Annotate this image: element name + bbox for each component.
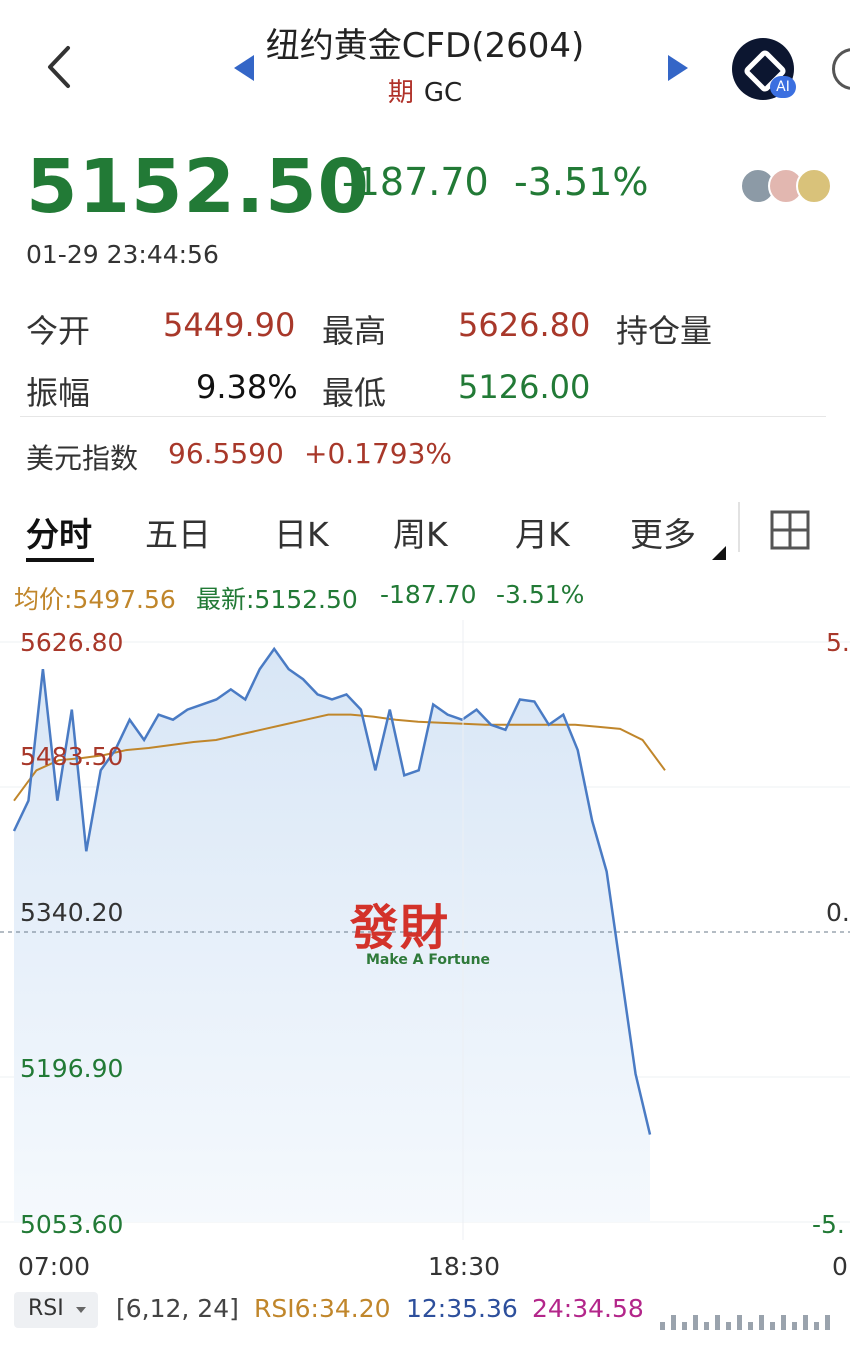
grid-layout-icon[interactable] — [770, 510, 810, 550]
rsi6-value: RSI6:34.20 — [254, 1294, 391, 1323]
tab-monthly-k[interactable]: 月K — [515, 508, 570, 556]
rsi12-value: 12:35.36 — [406, 1294, 518, 1323]
histogram-bar — [737, 1315, 742, 1330]
usd-index-label: 美元指数 — [26, 442, 139, 475]
open-interest-label: 持仓量 — [616, 312, 713, 350]
quote-timestamp: 01-29 23:44:56 — [26, 240, 219, 269]
histogram-bar — [682, 1322, 687, 1330]
ai-badge: AI — [770, 76, 796, 98]
histogram-bar — [792, 1322, 797, 1330]
watermark-logo: 發財 — [350, 900, 451, 956]
y-label-upper: 5483.50 — [20, 742, 124, 771]
histogram-bar — [704, 1322, 709, 1330]
tab-daily-k[interactable]: 日K — [274, 508, 329, 556]
indicator-params: [6,12, 24] — [116, 1294, 239, 1323]
legend-change-pct: -3.51% — [496, 580, 585, 609]
amplitude-label: 振幅 — [26, 374, 91, 412]
x-label-mid: 18:30 — [428, 1252, 501, 1281]
divider — [20, 416, 826, 417]
legend-latest-price: 最新:5152.50 — [196, 585, 358, 614]
rsi24-value: 24:34.58 — [532, 1294, 644, 1323]
x-label-end: 0 — [832, 1252, 848, 1281]
histogram-bar — [803, 1315, 808, 1330]
y-right-label-mid: 0. — [826, 898, 850, 927]
histogram-bar — [825, 1315, 830, 1330]
low-value: 5126.00 — [458, 368, 591, 406]
y-label-high: 5626.80 — [20, 628, 124, 657]
indicator-name: RSI — [28, 1296, 64, 1321]
y-label-low: 5053.60 — [20, 1210, 124, 1239]
high-value: 5626.80 — [458, 306, 591, 344]
price-area — [14, 648, 650, 1222]
histogram-bar — [781, 1315, 786, 1330]
histogram-bar — [770, 1322, 775, 1330]
high-label: 最高 — [322, 312, 387, 350]
open-label: 今开 — [26, 312, 91, 350]
divider — [738, 502, 740, 552]
next-contract-arrow-icon[interactable] — [668, 55, 688, 81]
histogram-bar — [660, 1322, 665, 1330]
histogram-bar — [726, 1322, 731, 1330]
price-change: -187.70 — [342, 160, 489, 204]
usd-index-value: 96.5590 — [168, 437, 284, 470]
avatar — [796, 168, 832, 204]
y-label-lower: 5196.90 — [20, 1054, 124, 1083]
open-value: 5449.90 — [163, 306, 296, 344]
histogram-bar — [748, 1322, 753, 1330]
tab-five-day[interactable]: 五日 — [145, 508, 211, 556]
contract-code: GC — [423, 78, 463, 108]
x-label-start: 07:00 — [18, 1252, 91, 1281]
contract-subtitle: 期 GC — [0, 72, 850, 109]
histogram-bar — [715, 1315, 720, 1330]
watermark-tagline: Make A Fortune — [366, 952, 491, 968]
histogram-bar — [671, 1315, 676, 1330]
community-avatars[interactable] — [740, 168, 850, 204]
histogram-bar — [814, 1322, 819, 1330]
more-dropdown-icon — [712, 546, 726, 560]
last-price: 5152.50 — [26, 144, 371, 230]
page-title: 纽约黄金CFD(2604) — [265, 26, 585, 66]
price-change-percent: -3.51% — [514, 160, 649, 204]
indicator-histogram — [660, 1315, 830, 1330]
futures-tag: 期 — [387, 78, 414, 108]
active-tab-underline — [26, 558, 94, 562]
usd-index-change: +0.1793% — [304, 437, 453, 470]
amplitude-value: 9.38% — [196, 368, 298, 406]
legend-avg-price: 均价:5497.56 — [14, 585, 176, 614]
app-header: 纽约黄金CFD(2604) 期 GC AI — [0, 0, 850, 130]
indicator-selector[interactable]: RSI — [14, 1292, 98, 1328]
low-label: 最低 — [322, 374, 387, 412]
histogram-bar — [693, 1315, 698, 1330]
chevron-down-icon — [76, 1307, 86, 1313]
tab-intraday[interactable]: 分时 — [26, 508, 92, 556]
y-right-label-low: -5. — [812, 1210, 845, 1239]
tab-weekly-k[interactable]: 周K — [393, 508, 448, 556]
y-right-label-high: 5. — [826, 628, 850, 657]
tab-more[interactable]: 更多 — [630, 508, 696, 556]
ai-assistant-button[interactable]: AI — [732, 38, 796, 100]
legend-change: -187.70 — [380, 580, 477, 609]
histogram-bar — [759, 1315, 764, 1330]
y-label-mid: 5340.20 — [20, 898, 124, 927]
